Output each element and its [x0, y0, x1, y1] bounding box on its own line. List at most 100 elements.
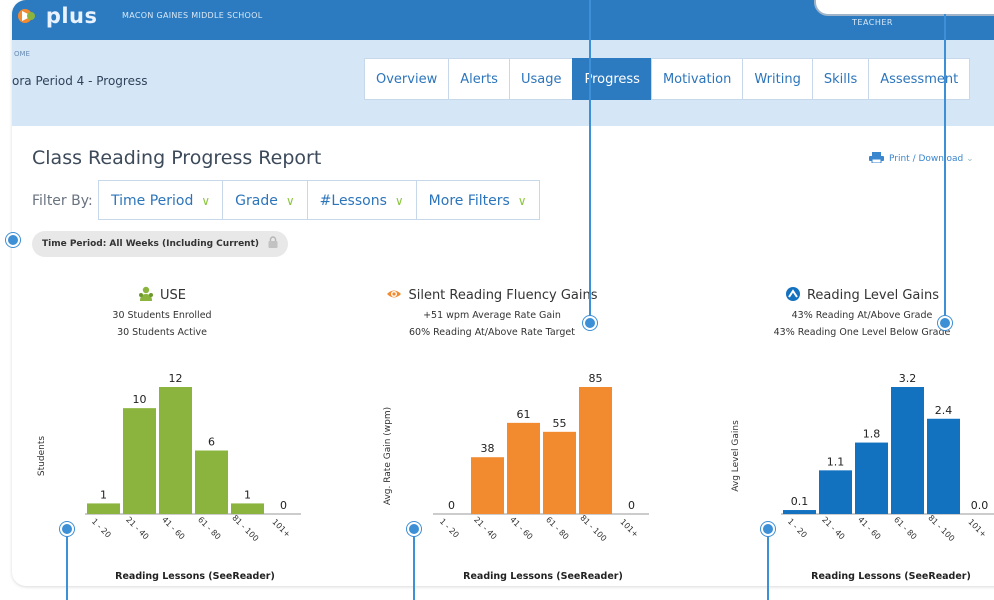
- fluency-title: Silent Reading Fluency Gains: [342, 286, 642, 303]
- data-label: 6: [208, 436, 215, 449]
- callout-marker[interactable]: [60, 522, 74, 536]
- school-name: MACON GAINES MIDDLE SCHOOL: [122, 11, 263, 20]
- data-label: 0: [280, 499, 287, 512]
- x-tick-label: 81 - 100: [230, 513, 260, 543]
- data-label: 0: [448, 499, 455, 512]
- app-logo[interactable]: plus: [16, 4, 98, 28]
- use-title-label: USE: [160, 288, 186, 303]
- print-download-button[interactable]: Print / Download ⌄: [869, 152, 974, 164]
- x-tick-label: 1 - 20: [786, 517, 809, 540]
- data-label: 85: [589, 372, 603, 385]
- bar-81-100: [579, 387, 612, 514]
- bar-21-40: [471, 457, 504, 514]
- x-tick-label: 101+: [966, 517, 988, 539]
- filter-time-period[interactable]: Time Period ∨: [98, 180, 224, 220]
- level-title-label: Reading Level Gains: [806, 288, 939, 303]
- chevron-down-icon: ∨: [201, 194, 211, 208]
- data-label: 38: [481, 442, 495, 455]
- fluency-line-1: +51 wpm Average Rate Gain: [423, 310, 561, 321]
- callout-marker[interactable]: [761, 522, 775, 536]
- filter-lessons[interactable]: #Lessons ∨: [306, 180, 417, 220]
- filter-label-time: Time Period: [111, 193, 194, 209]
- data-label: 2.4: [935, 404, 953, 417]
- x-tick-label: 21 - 40: [472, 515, 498, 541]
- tab-usage[interactable]: Usage: [508, 58, 574, 100]
- y-axis-label: Avg. Rate Gain (wpm): [383, 407, 393, 505]
- x-axis-label: Reading Lessons (SeeReader): [811, 571, 971, 582]
- x-tick-label: 41 - 60: [856, 515, 882, 541]
- x-tick-label: 21 - 40: [820, 515, 846, 541]
- level-line-2: 43% Reading One Level Below Grade: [773, 327, 951, 338]
- filter-grade[interactable]: Grade ∨: [222, 180, 308, 220]
- x-tick-label: 61 - 80: [892, 515, 918, 541]
- fluency-title-label: Silent Reading Fluency Gains: [408, 288, 598, 303]
- callout-line: [589, 0, 591, 318]
- data-label: 61: [517, 408, 531, 421]
- chip-label: Time Period: All Weeks (Including Curren…: [42, 239, 260, 249]
- x-tick-label: 101+: [618, 517, 640, 539]
- x-tick-label: 61 - 80: [196, 515, 222, 541]
- x-tick-label: 41 - 60: [160, 515, 186, 541]
- bar-1-20: [87, 503, 120, 514]
- chevron-down-icon: ⌄: [966, 154, 974, 164]
- x-tick-label: 81 - 100: [578, 513, 608, 543]
- data-label: 12: [169, 372, 183, 385]
- print-download-label: Print / Download: [889, 154, 964, 164]
- x-tick-label: 41 - 60: [508, 515, 534, 541]
- filter-label-grade: Grade: [235, 193, 278, 209]
- bar-61-80: [543, 431, 576, 514]
- fluency-line-2: 60% Reading At/Above Rate Target: [409, 327, 575, 338]
- data-label: 1: [244, 488, 251, 501]
- callout-marker[interactable]: [938, 316, 952, 330]
- level-icon: [785, 287, 800, 301]
- filter-bar: Time Period ∨ Grade ∨ #Lessons ∨ More Filte…: [98, 180, 540, 220]
- tab-progress[interactable]: Progress: [572, 58, 652, 100]
- data-label: 1.1: [827, 455, 845, 468]
- page-title: ora Period 4 - Progress: [12, 74, 148, 88]
- lock-icon: [268, 236, 278, 248]
- time-period-chip: Time Period: All Weeks (Including Curren…: [32, 231, 289, 257]
- tab-bar: Overview Alerts Usage Progress Motivatio…: [364, 58, 971, 100]
- user-role: TEACHER: [852, 18, 893, 27]
- tab-motivation[interactable]: Motivation: [650, 58, 744, 100]
- use-title: USE: [12, 286, 312, 303]
- students-icon: [139, 286, 153, 301]
- callout-marker[interactable]: [6, 233, 20, 247]
- callout-marker[interactable]: [407, 522, 421, 536]
- filter-label-lessons: #Lessons: [319, 193, 387, 209]
- breadcrumb-home[interactable]: OME: [14, 50, 30, 58]
- data-label: 3.2: [899, 372, 917, 385]
- tab-skills[interactable]: Skills: [811, 58, 870, 100]
- data-label: 10: [133, 393, 147, 406]
- bar-81-100: [927, 418, 960, 514]
- app-window: plus MACON GAINES MIDDLE SCHOOL TEACHER …: [12, 0, 994, 586]
- x-tick-label: 81 - 100: [926, 513, 956, 543]
- bar-41-60: [507, 422, 540, 514]
- tab-assessment[interactable]: Assessment: [868, 58, 971, 100]
- filter-more[interactable]: More Filters ∨: [415, 180, 540, 220]
- use-section: USE 30 Students Enrolled 30 Students Act…: [12, 286, 312, 338]
- bar-61-80: [891, 387, 924, 514]
- filter-label-more: More Filters: [428, 193, 510, 209]
- data-label: 1: [100, 488, 107, 501]
- bar-61-80: [195, 450, 228, 514]
- chevron-down-icon: ∨: [394, 194, 404, 208]
- fluency-section: Silent Reading Fluency Gains +51 wpm Ave…: [342, 286, 642, 338]
- x-tick-label: 1 - 20: [90, 517, 113, 540]
- data-label: 55: [553, 417, 567, 430]
- filter-label: Filter By:: [32, 193, 93, 209]
- use-line-1: 30 Students Enrolled: [112, 310, 212, 321]
- data-label: 0.1: [791, 495, 809, 508]
- tab-overview[interactable]: Overview: [364, 58, 450, 100]
- bar-41-60: [159, 387, 192, 514]
- data-label: 0: [628, 499, 635, 512]
- callout-marker[interactable]: [583, 316, 597, 330]
- data-label: 0.0: [971, 499, 989, 512]
- x-tick-label: 21 - 40: [124, 515, 150, 541]
- tab-writing[interactable]: Writing: [742, 58, 813, 100]
- callout-bubble: [814, 0, 994, 16]
- tab-alerts[interactable]: Alerts: [448, 58, 510, 100]
- y-axis-label: Students: [37, 436, 47, 476]
- chevron-down-icon: ∨: [517, 194, 527, 208]
- level-section: Reading Level Gains 43% Reading At/Above…: [712, 286, 994, 338]
